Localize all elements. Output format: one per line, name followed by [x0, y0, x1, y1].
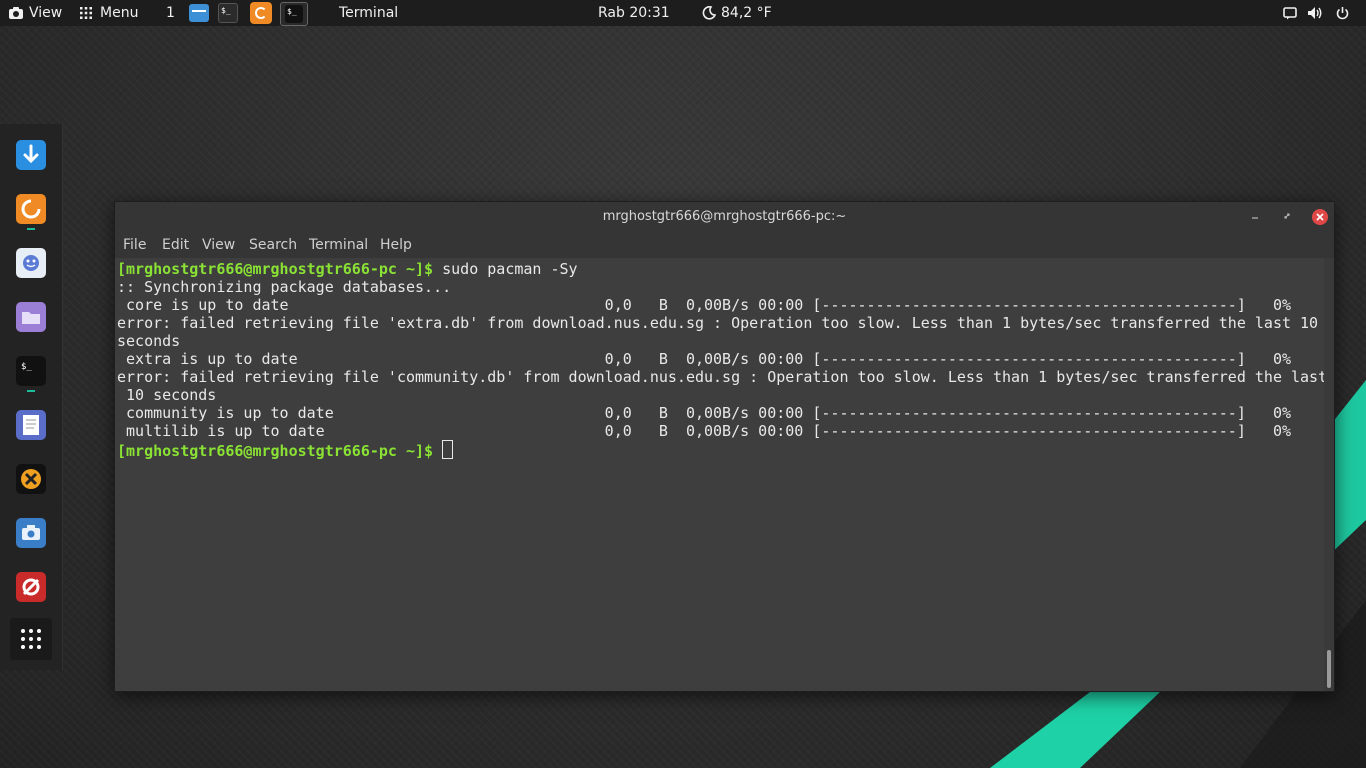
active-app-title: Terminal: [339, 5, 399, 21]
running-indicator: [27, 390, 35, 392]
rescue-icon: [16, 572, 46, 602]
grid-icon: [80, 7, 92, 19]
terminal-line: [mrghostgtr666@mrghostgtr666-pc ~]$ sudo…: [117, 260, 578, 278]
dock-screenshot[interactable]: [16, 518, 46, 548]
terminal-line: [mrghostgtr666@mrghostgtr666-pc ~]$: [117, 440, 454, 460]
menubar: File Edit View Search Terminal Help: [115, 232, 1334, 258]
menu-help[interactable]: Help: [380, 237, 412, 253]
moon-icon: [702, 6, 716, 20]
weather-widget[interactable]: 84,2 °F: [702, 0, 772, 26]
dock-pidgin[interactable]: [16, 248, 46, 278]
terminal-line: error: failed retrieving file 'community…: [117, 368, 1326, 386]
view-button[interactable]: View: [8, 0, 62, 26]
taskbar-file-manager[interactable]: [189, 0, 209, 26]
power-icon: [1336, 7, 1349, 20]
maximize-button[interactable]: [1283, 202, 1291, 232]
svg-text:$_: $_: [21, 362, 32, 372]
pidgin-icon: [16, 248, 46, 278]
notifications-button[interactable]: [1283, 0, 1297, 26]
dock-firefox[interactable]: [16, 194, 46, 224]
shell-prompt: [mrghostgtr666@mrghostgtr666-pc ~]$: [117, 260, 434, 278]
volume-button[interactable]: [1307, 0, 1323, 26]
window-title: mrghostgtr666@mrghostgtr666-pc:~: [602, 209, 847, 224]
terminal-icon: $_: [16, 356, 46, 386]
terminal-line: multilib is up to date 0,0 B 0,00B/s 00:…: [117, 422, 1291, 440]
chat-icon: [1283, 6, 1297, 19]
firefox-icon: [16, 194, 46, 224]
menu-file[interactable]: File: [123, 237, 146, 253]
dock-rescue[interactable]: [16, 572, 46, 602]
dock-terminal[interactable]: $_: [16, 356, 46, 386]
dock: $_: [0, 124, 62, 670]
terminal-line: seconds: [117, 332, 181, 350]
terminal-line: extra is up to date 0,0 B 0,00B/s 00:00 …: [117, 350, 1291, 368]
shell-prompt: [mrghostgtr666@mrghostgtr666-pc ~]$: [117, 442, 434, 460]
terminal-line: core is up to date 0,0 B 0,00B/s 00:00 […: [117, 296, 1291, 314]
workspace-switcher[interactable]: 1: [166, 0, 175, 26]
menu-view[interactable]: View: [202, 237, 235, 253]
volume-icon: [1308, 7, 1322, 19]
app-grid-icon: [21, 629, 41, 649]
menu-terminal[interactable]: Terminal: [309, 237, 368, 253]
close-icon: [1316, 213, 1324, 221]
terminal-output[interactable]: [mrghostgtr666@mrghostgtr666-pc ~]$ sudo…: [115, 258, 1326, 691]
terminal-line: community is up to date 0,0 B 0,00B/s 00…: [117, 404, 1291, 422]
typed-command: sudo pacman -Sy: [433, 260, 578, 278]
dock-settings[interactable]: [16, 464, 46, 494]
file-manager-icon: [189, 4, 209, 22]
terminal-line: :: Synchronizing package databases...: [117, 278, 452, 296]
view-label: View: [29, 5, 63, 21]
dock-text-editor[interactable]: [16, 410, 46, 440]
minimize-icon: [1252, 217, 1258, 219]
text-editor-icon: [16, 410, 46, 440]
dock-app-grid[interactable]: [10, 618, 52, 660]
terminal-icon: $_: [285, 4, 303, 23]
menu-edit[interactable]: Edit: [162, 237, 189, 253]
weather-text: 84,2 °F: [721, 5, 772, 21]
top-panel: View Menu 1 $_ $_ Terminal Rab 20:31 84,: [0, 0, 1366, 26]
files-icon: [16, 302, 46, 332]
menu-button[interactable]: Menu: [80, 0, 138, 26]
xfce-settings-icon: [16, 464, 46, 494]
running-indicator: [27, 228, 35, 230]
taskbar-firefox[interactable]: [250, 0, 272, 26]
scrollbar[interactable]: [1324, 258, 1334, 691]
clock[interactable]: Rab 20:31: [598, 0, 670, 26]
scrollbar-thumb[interactable]: [1327, 650, 1331, 688]
maximize-icon: [1284, 213, 1290, 219]
minimize-button[interactable]: [1251, 202, 1259, 232]
text-cursor: [442, 440, 454, 459]
terminal-line: error: failed retrieving file 'extra.db'…: [117, 314, 1319, 332]
firefox-icon: [250, 2, 272, 24]
terminal-icon: $_: [218, 3, 238, 23]
camera-icon: [9, 7, 23, 19]
terminal-line: 10 seconds: [117, 386, 217, 404]
menu-label: Menu: [100, 5, 139, 21]
terminal-window[interactable]: mrghostgtr666@mrghostgtr666-pc:~ File Ed…: [114, 201, 1335, 692]
close-button[interactable]: [1312, 209, 1328, 225]
menu-search[interactable]: Search: [249, 237, 297, 253]
screenshot-icon: [16, 518, 46, 548]
dock-files[interactable]: [16, 302, 46, 332]
download-icon: [16, 140, 46, 170]
window-titlebar[interactable]: mrghostgtr666@mrghostgtr666-pc:~: [115, 202, 1334, 232]
dock-download-manager[interactable]: [16, 140, 46, 170]
power-button[interactable]: [1336, 0, 1349, 26]
taskbar-terminal-2[interactable]: $_: [280, 0, 308, 26]
taskbar-terminal-1[interactable]: $_: [218, 0, 238, 26]
workspace-number: 1: [166, 5, 175, 21]
